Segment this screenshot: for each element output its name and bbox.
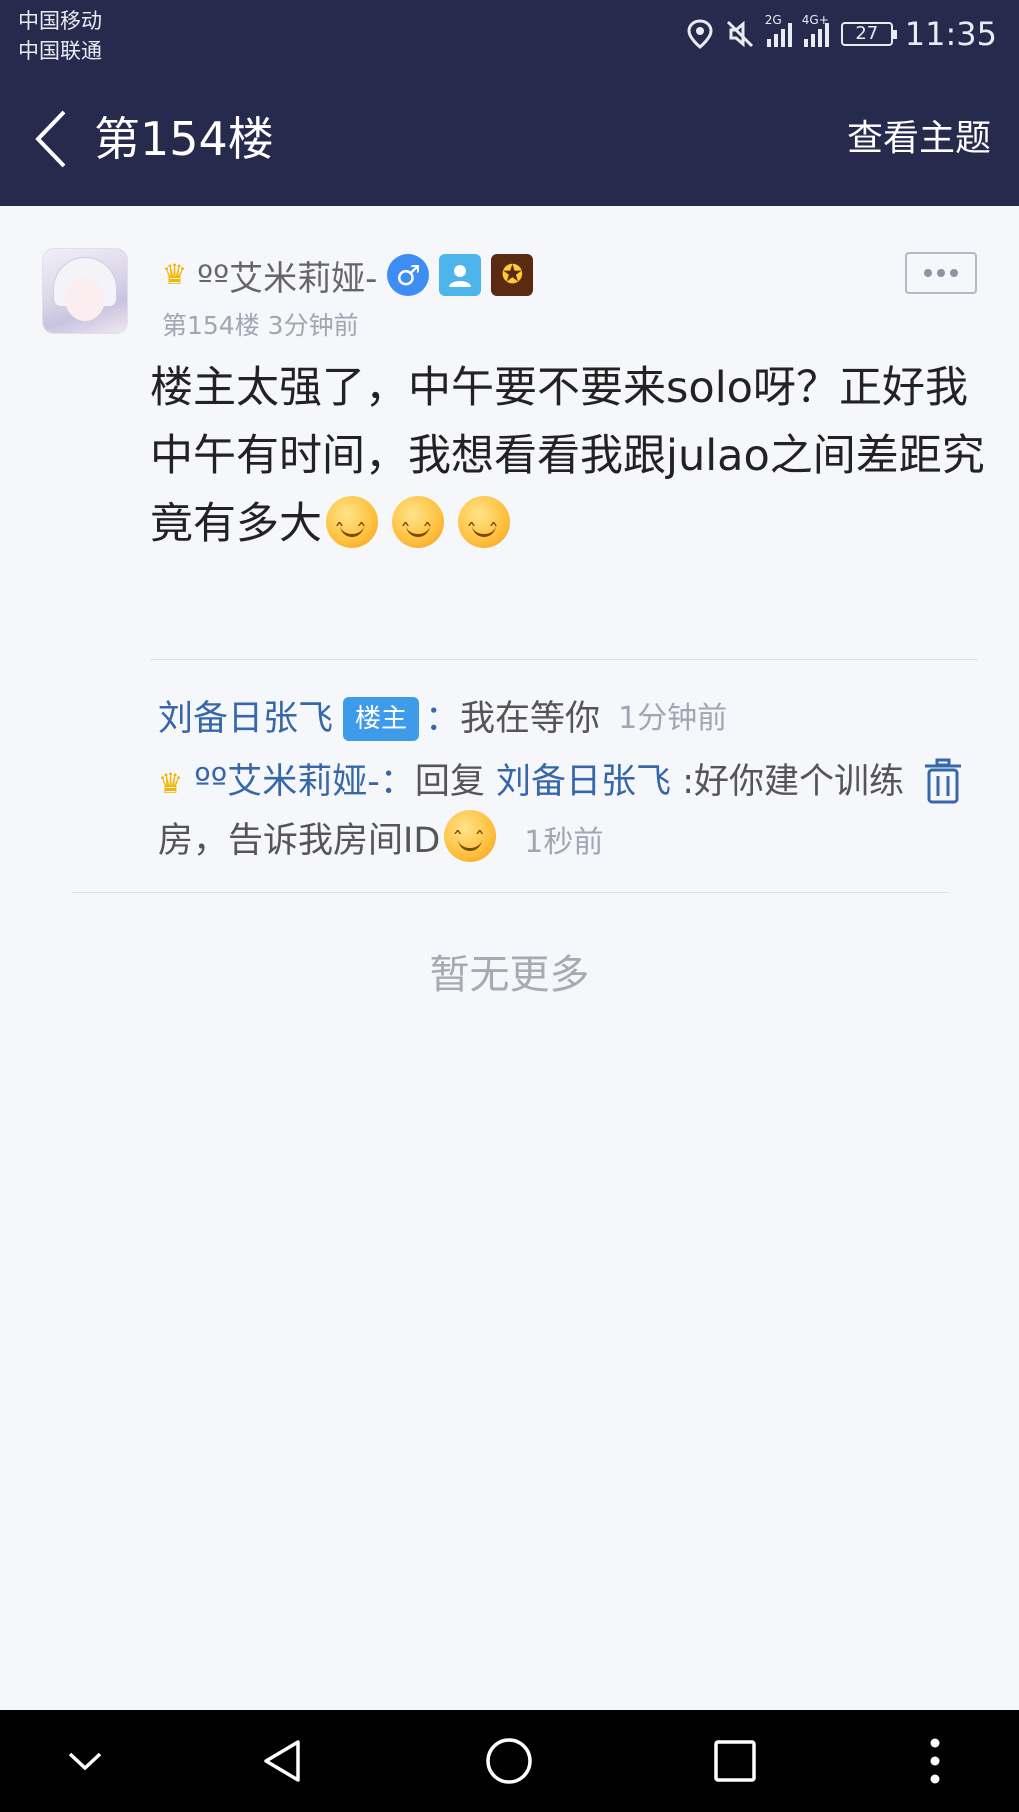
recents-square-icon[interactable] [710, 1736, 760, 1786]
view-topic-button[interactable]: 查看主题 [847, 116, 991, 162]
system-nav-bar [0, 1710, 1019, 1812]
collapse-chevron-icon[interactable] [60, 1736, 110, 1786]
post-content: 楼主太强了，中午要不要来solo呀？正好我中午有时间，我想看看我跟julao之间… [150, 354, 990, 568]
user-line: ♛ ºº艾米莉娅- ♂ ✪ [162, 250, 534, 300]
smile-emoji-icon [458, 496, 510, 568]
top-bar: 中国移动 中国联通 2G 4G+ 27 11:35 第154楼 查看主题 [0, 0, 1019, 206]
crown-icon: ♛ [162, 258, 188, 291]
more-dot-icon [924, 269, 932, 277]
delete-icon[interactable] [923, 758, 963, 804]
reply-item[interactable]: ♛ ºº艾米莉娅-：回复 刘备日张飞 :好你建个训练房，告诉我房间ID1秒前 [158, 754, 918, 871]
reply-word: 回复 [414, 762, 485, 802]
post-username[interactable]: ºº艾米莉娅- [197, 251, 377, 300]
reply-time: 1分钟前 [618, 701, 728, 736]
back-triangle-icon[interactable] [258, 1736, 308, 1786]
battery-icon: 27 [840, 22, 897, 46]
divider [72, 892, 948, 893]
status-icons: 2G 4G+ 27 11:35 [687, 13, 997, 54]
divider [150, 659, 978, 660]
avatar-face [65, 277, 105, 321]
more-dot-icon [950, 269, 958, 277]
menu-dots-icon[interactable] [910, 1736, 960, 1786]
carrier-2: 中国联通 [18, 39, 102, 63]
page-title: 第154楼 [94, 112, 274, 166]
crown-icon: ♛ [158, 767, 184, 800]
avatar[interactable] [42, 248, 128, 334]
signal-4g-icon: 4G+ [802, 13, 829, 47]
user-badge-icon [439, 254, 482, 296]
reply-time: 1秒前 [524, 825, 604, 860]
reply-item[interactable]: 刘备日张飞 楼主 ： 我在等你 1分钟前 [158, 692, 727, 746]
reply-author[interactable]: 刘备日张飞 [158, 692, 333, 746]
net-label-2: 4G+ [801, 13, 829, 27]
reply-colon: ： [425, 699, 461, 739]
reply-text: 我在等你 [460, 699, 601, 739]
net-label-1: 2G [764, 13, 782, 27]
carrier-1: 中国移动 [18, 9, 102, 33]
carrier-info: 中国移动 中国联通 [18, 6, 102, 66]
op-tag: 楼主 [343, 697, 420, 741]
reply-author[interactable]: ºº艾米莉娅- [194, 762, 380, 802]
more-dot-icon [937, 269, 945, 277]
level-badge-icon: ✪ [491, 254, 534, 296]
back-arrow-icon[interactable] [30, 108, 80, 170]
location-icon [687, 19, 713, 49]
home-circle-icon[interactable] [484, 1736, 534, 1786]
signal-2g-icon: 2G [765, 13, 792, 47]
more-options-button[interactable] [905, 252, 977, 294]
floor-meta: 第154楼 3分钟前 [162, 311, 359, 340]
smile-emoji-icon [392, 496, 444, 568]
post-text: 楼主太强了，中午要不要来solo呀？正好我中午有时间，我想看看我跟julao之间… [150, 363, 985, 549]
nav-bar: 第154楼 查看主题 [0, 96, 1019, 186]
reply-colon: ： [379, 762, 415, 802]
male-icon: ♂ [387, 254, 430, 296]
clock: 11:35 [904, 15, 997, 53]
reply-target[interactable]: 刘备日张飞 [496, 762, 671, 802]
mute-icon [726, 20, 753, 48]
smile-emoji-icon [326, 496, 378, 568]
smile-emoji-icon [444, 810, 497, 870]
person-icon [449, 265, 472, 287]
no-more-label: 暂无更多 [429, 952, 590, 998]
